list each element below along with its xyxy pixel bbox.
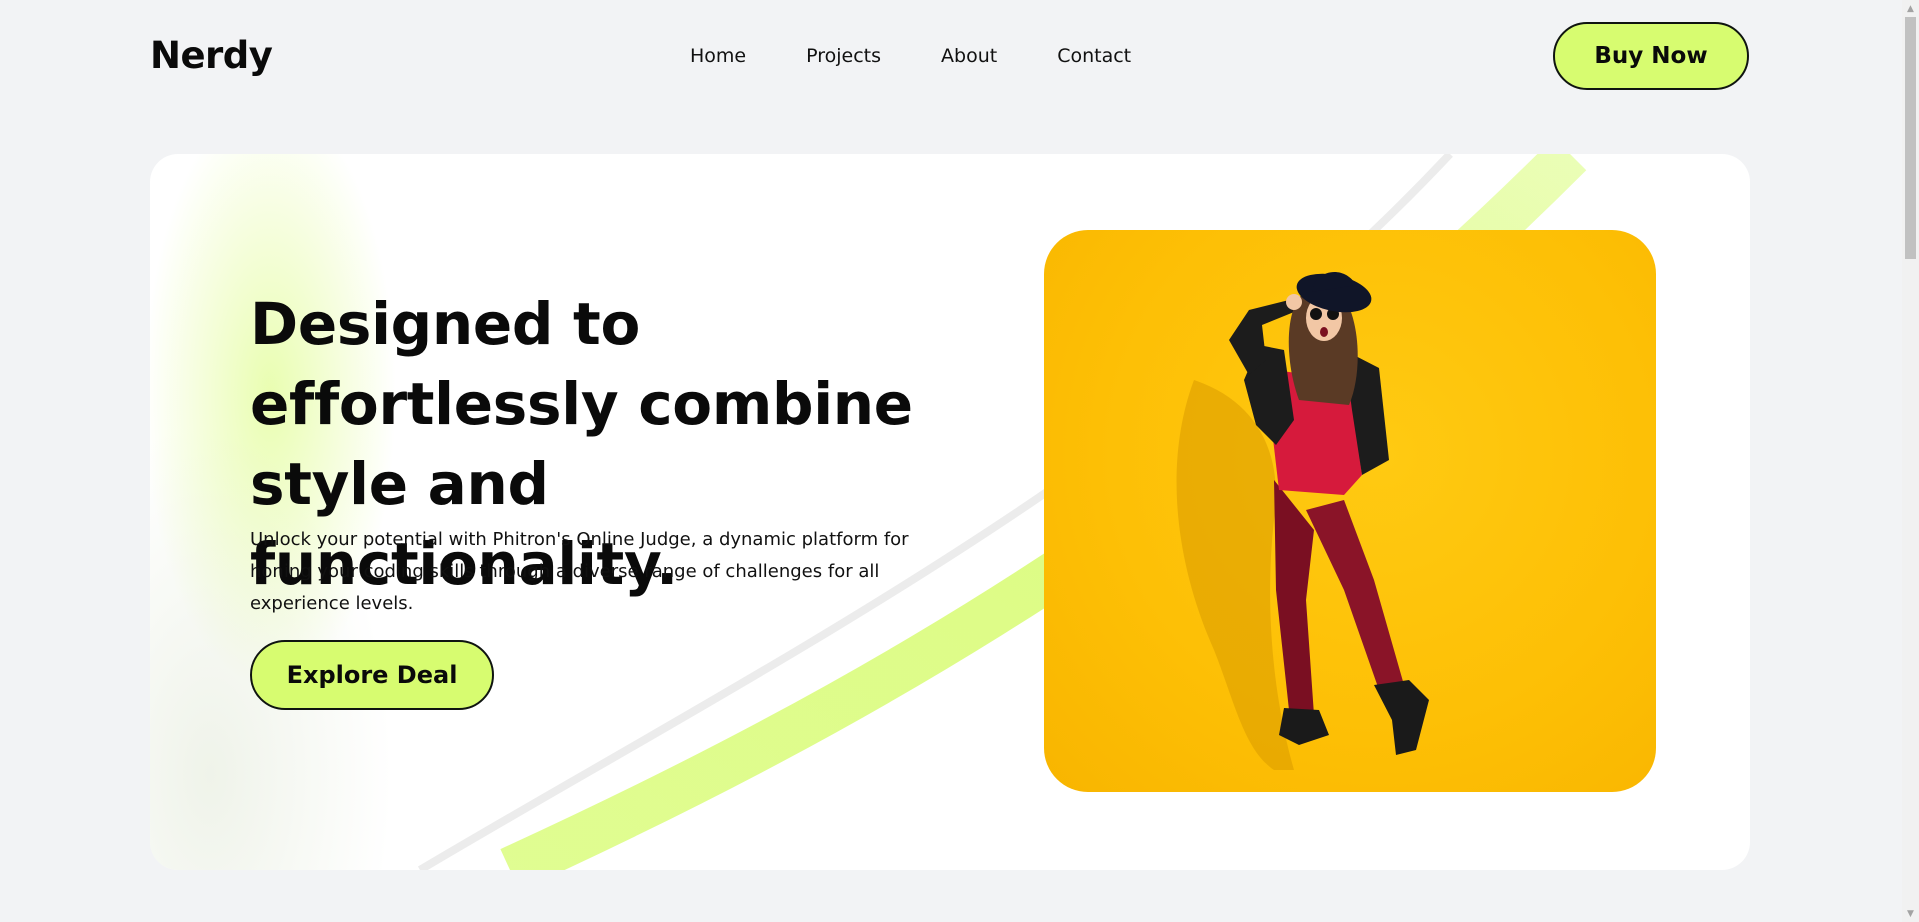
landing-page: Nerdy Home Projects About Contact Buy No… — [0, 0, 1919, 922]
woman-figure-illustration — [1176, 272, 1429, 770]
vertical-scrollbar[interactable]: ▲ ▼ — [1902, 0, 1919, 922]
nav-contact[interactable]: Contact — [1057, 45, 1131, 67]
scroll-thumb[interactable] — [1905, 17, 1916, 259]
hero-card: Designed to effortlessly combine style a… — [150, 154, 1750, 870]
hero-image — [1044, 230, 1656, 792]
main-nav: Home Projects About Contact — [690, 45, 1131, 67]
scroll-down-arrow-icon[interactable]: ▼ — [1902, 905, 1919, 922]
brand-logo[interactable]: Nerdy — [150, 34, 273, 77]
nav-home[interactable]: Home — [690, 45, 746, 67]
explore-deal-button[interactable]: Explore Deal — [250, 640, 494, 710]
nav-about[interactable]: About — [941, 45, 997, 67]
headline-line: effortlessly combine — [250, 370, 913, 438]
scroll-up-arrow-icon[interactable]: ▲ — [1902, 0, 1919, 17]
buy-now-button[interactable]: Buy Now — [1553, 22, 1749, 90]
headline-line: Designed to — [250, 290, 641, 358]
hero-description: Unlock your potential with Phitron's Onl… — [250, 529, 909, 614]
nav-projects[interactable]: Projects — [806, 45, 881, 67]
